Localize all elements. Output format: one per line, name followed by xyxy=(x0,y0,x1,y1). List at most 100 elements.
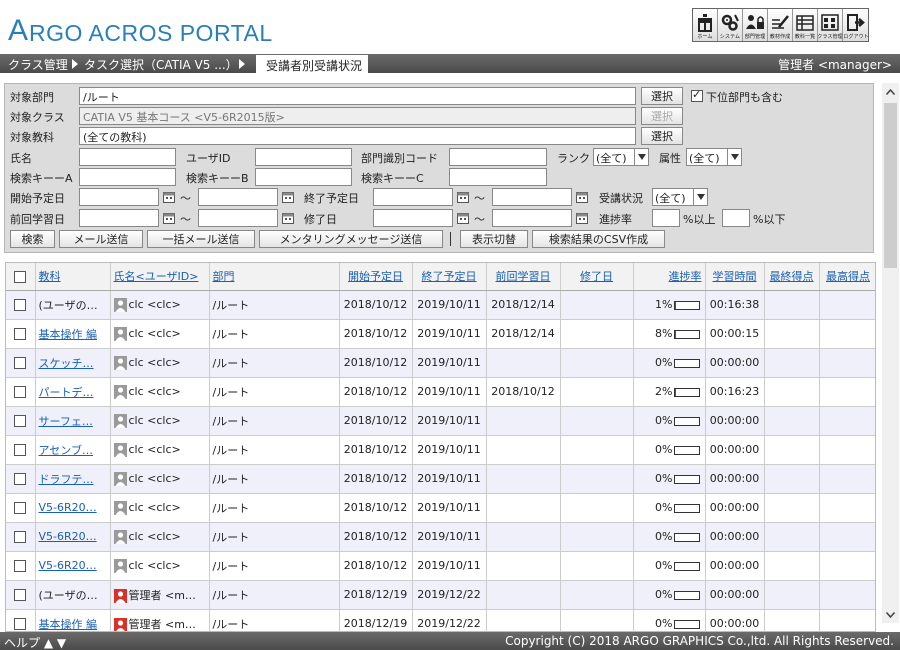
breadcrumb-task-select[interactable]: タスク選択（CATIA V5 ...） xyxy=(84,56,238,73)
sort-done-link[interactable]: 修了日 xyxy=(580,270,613,283)
scroll-up-icon[interactable] xyxy=(882,83,899,100)
sort-last-link[interactable]: 前回学習日 xyxy=(496,270,551,283)
subject-list-button[interactable]: 教科一覧 xyxy=(793,9,818,41)
subject-link[interactable]: パートデ… xyxy=(39,386,94,399)
table-row: アセンブ… clc <clc> /ルート 2018/10/12 2019/10/11 0%… xyxy=(6,435,875,465)
calendar-icon[interactable] xyxy=(282,212,294,224)
name-input[interactable] xyxy=(79,148,176,166)
select-all-checkbox[interactable] xyxy=(14,270,27,283)
subject-link[interactable]: 基本操作 編 xyxy=(39,618,98,631)
export-csv-button[interactable]: 検索結果のCSV作成 xyxy=(532,230,665,248)
calendar-icon[interactable] xyxy=(457,191,469,203)
help-link[interactable]: ヘルプ ▲ ▼ xyxy=(4,634,66,650)
keya-input[interactable] xyxy=(79,168,176,186)
class-input[interactable]: CATIA V5 基本コース <V5-6R2015版> xyxy=(79,107,636,125)
subject-link[interactable]: 基本操作 編 xyxy=(39,328,98,341)
row-checkbox[interactable] xyxy=(14,299,27,311)
start-date-to-input[interactable] xyxy=(198,188,278,206)
sub-dept-checkbox[interactable] xyxy=(691,88,703,102)
list-icon xyxy=(796,15,814,31)
start-date-from-input[interactable] xyxy=(79,188,159,206)
send-mail-button[interactable]: メール送信 xyxy=(59,230,143,248)
row-checkbox[interactable] xyxy=(14,531,27,543)
tilde-separator: ～ xyxy=(474,213,485,226)
subject-select-button[interactable]: 選択 xyxy=(641,127,683,145)
sort-subject-link[interactable]: 教科 xyxy=(39,270,61,283)
completion-to-input[interactable] xyxy=(492,209,572,227)
mentoring-message-button[interactable]: メンタリングメッセージ送信 xyxy=(259,230,443,248)
logout-button[interactable]: ログアウト xyxy=(843,9,868,41)
calendar-icon[interactable] xyxy=(576,212,588,224)
deptcode-input[interactable] xyxy=(449,148,547,166)
subject-link[interactable]: V5-6R20… xyxy=(39,501,97,514)
last-study-to-input[interactable] xyxy=(198,209,278,227)
home-button[interactable]: ホーム xyxy=(693,9,718,41)
progress-max-input[interactable] xyxy=(722,209,750,227)
bulk-mail-button[interactable]: 一括メール送信 xyxy=(147,230,255,248)
end-date-from-input[interactable] xyxy=(373,188,453,206)
breadcrumb: クラス管理 タスク選択（CATIA V5 ...） 受講者別受講状況 管理者 <… xyxy=(0,54,900,73)
end-date-to-input[interactable] xyxy=(492,188,572,206)
scroll-down-icon[interactable] xyxy=(882,606,899,623)
row-checkbox[interactable] xyxy=(14,386,27,398)
row-select-cell xyxy=(6,464,36,494)
sort-time-link[interactable]: 学習時間 xyxy=(713,270,757,283)
sort-user-link[interactable]: 氏名<ユーザID> xyxy=(114,270,199,283)
rank-select[interactable]: (全て) xyxy=(593,148,649,166)
sort-best-score-link[interactable]: 最高得点 xyxy=(826,270,870,283)
dept-input[interactable]: /ルート xyxy=(79,87,636,105)
material-create-button[interactable]: 教材作成 xyxy=(768,9,793,41)
dept-select-button[interactable]: 選択 xyxy=(641,87,683,105)
keyc-input[interactable] xyxy=(449,168,547,186)
keyb-input[interactable] xyxy=(255,168,352,186)
calendar-icon[interactable] xyxy=(163,212,175,224)
subject-input[interactable]: (全ての教科) xyxy=(79,127,636,145)
breadcrumb-class-manage[interactable]: クラス管理 xyxy=(8,56,68,73)
completion-from-input[interactable] xyxy=(373,209,453,227)
calendar-icon[interactable] xyxy=(457,212,469,224)
row-checkbox[interactable] xyxy=(14,328,27,340)
dept-manage-button[interactable]: 部門管理 xyxy=(743,9,768,41)
sort-dept-link[interactable]: 部門 xyxy=(213,270,235,283)
class-manage-button[interactable]: クラス管理 xyxy=(817,9,843,41)
admin-avatar-icon xyxy=(113,617,127,631)
row-checkbox[interactable] xyxy=(14,444,27,456)
user-cell: clc <clc> xyxy=(110,522,210,552)
best-score-cell xyxy=(819,609,875,631)
row-checkbox[interactable] xyxy=(14,502,27,514)
row-checkbox[interactable] xyxy=(14,415,27,427)
sort-start-link[interactable]: 開始予定日 xyxy=(348,270,403,283)
sort-end-link[interactable]: 終了予定日 xyxy=(422,270,477,283)
end-date-cell: 2019/12/22 xyxy=(412,609,487,631)
subject-link[interactable]: V5-6R20… xyxy=(39,530,97,543)
calendar-icon[interactable] xyxy=(282,191,294,203)
keyc-label: 検索キーーC xyxy=(361,172,424,185)
subject-link[interactable]: スケッチ… xyxy=(39,357,94,370)
subject-link[interactable]: サーフェ… xyxy=(39,415,93,428)
search-button[interactable]: 検索 xyxy=(10,230,55,248)
toggle-display-button[interactable]: 表示切替 xyxy=(460,230,528,248)
row-checkbox[interactable] xyxy=(14,618,27,630)
last-study-from-input[interactable] xyxy=(79,209,159,227)
attr-select[interactable]: (全て) xyxy=(686,148,742,166)
subject-link[interactable]: アセンブ… xyxy=(39,444,93,457)
subject-link[interactable]: V5-6R20… xyxy=(39,559,97,572)
subject-link[interactable]: ドラフテ… xyxy=(39,473,94,486)
select-all-cell xyxy=(6,263,36,291)
row-checkbox[interactable] xyxy=(14,589,27,601)
user-avatar-icon xyxy=(113,355,127,370)
vertical-scrollbar[interactable] xyxy=(882,83,899,623)
row-checkbox[interactable] xyxy=(14,473,27,485)
calendar-icon[interactable] xyxy=(163,191,175,203)
row-checkbox[interactable] xyxy=(14,560,27,572)
sort-last-score-link[interactable]: 最終得点 xyxy=(770,270,814,283)
calendar-icon[interactable] xyxy=(576,191,588,203)
userid-input[interactable] xyxy=(255,148,352,166)
progress-min-input[interactable] xyxy=(652,209,680,227)
status-select[interactable]: (全て) xyxy=(652,188,708,206)
row-checkbox[interactable] xyxy=(14,357,27,369)
scroll-thumb[interactable] xyxy=(884,103,897,268)
class-select-button[interactable]: 選択 xyxy=(641,107,683,125)
sort-progress-link[interactable]: 進捗率 xyxy=(669,270,702,283)
system-button[interactable]: システム xyxy=(718,9,743,41)
